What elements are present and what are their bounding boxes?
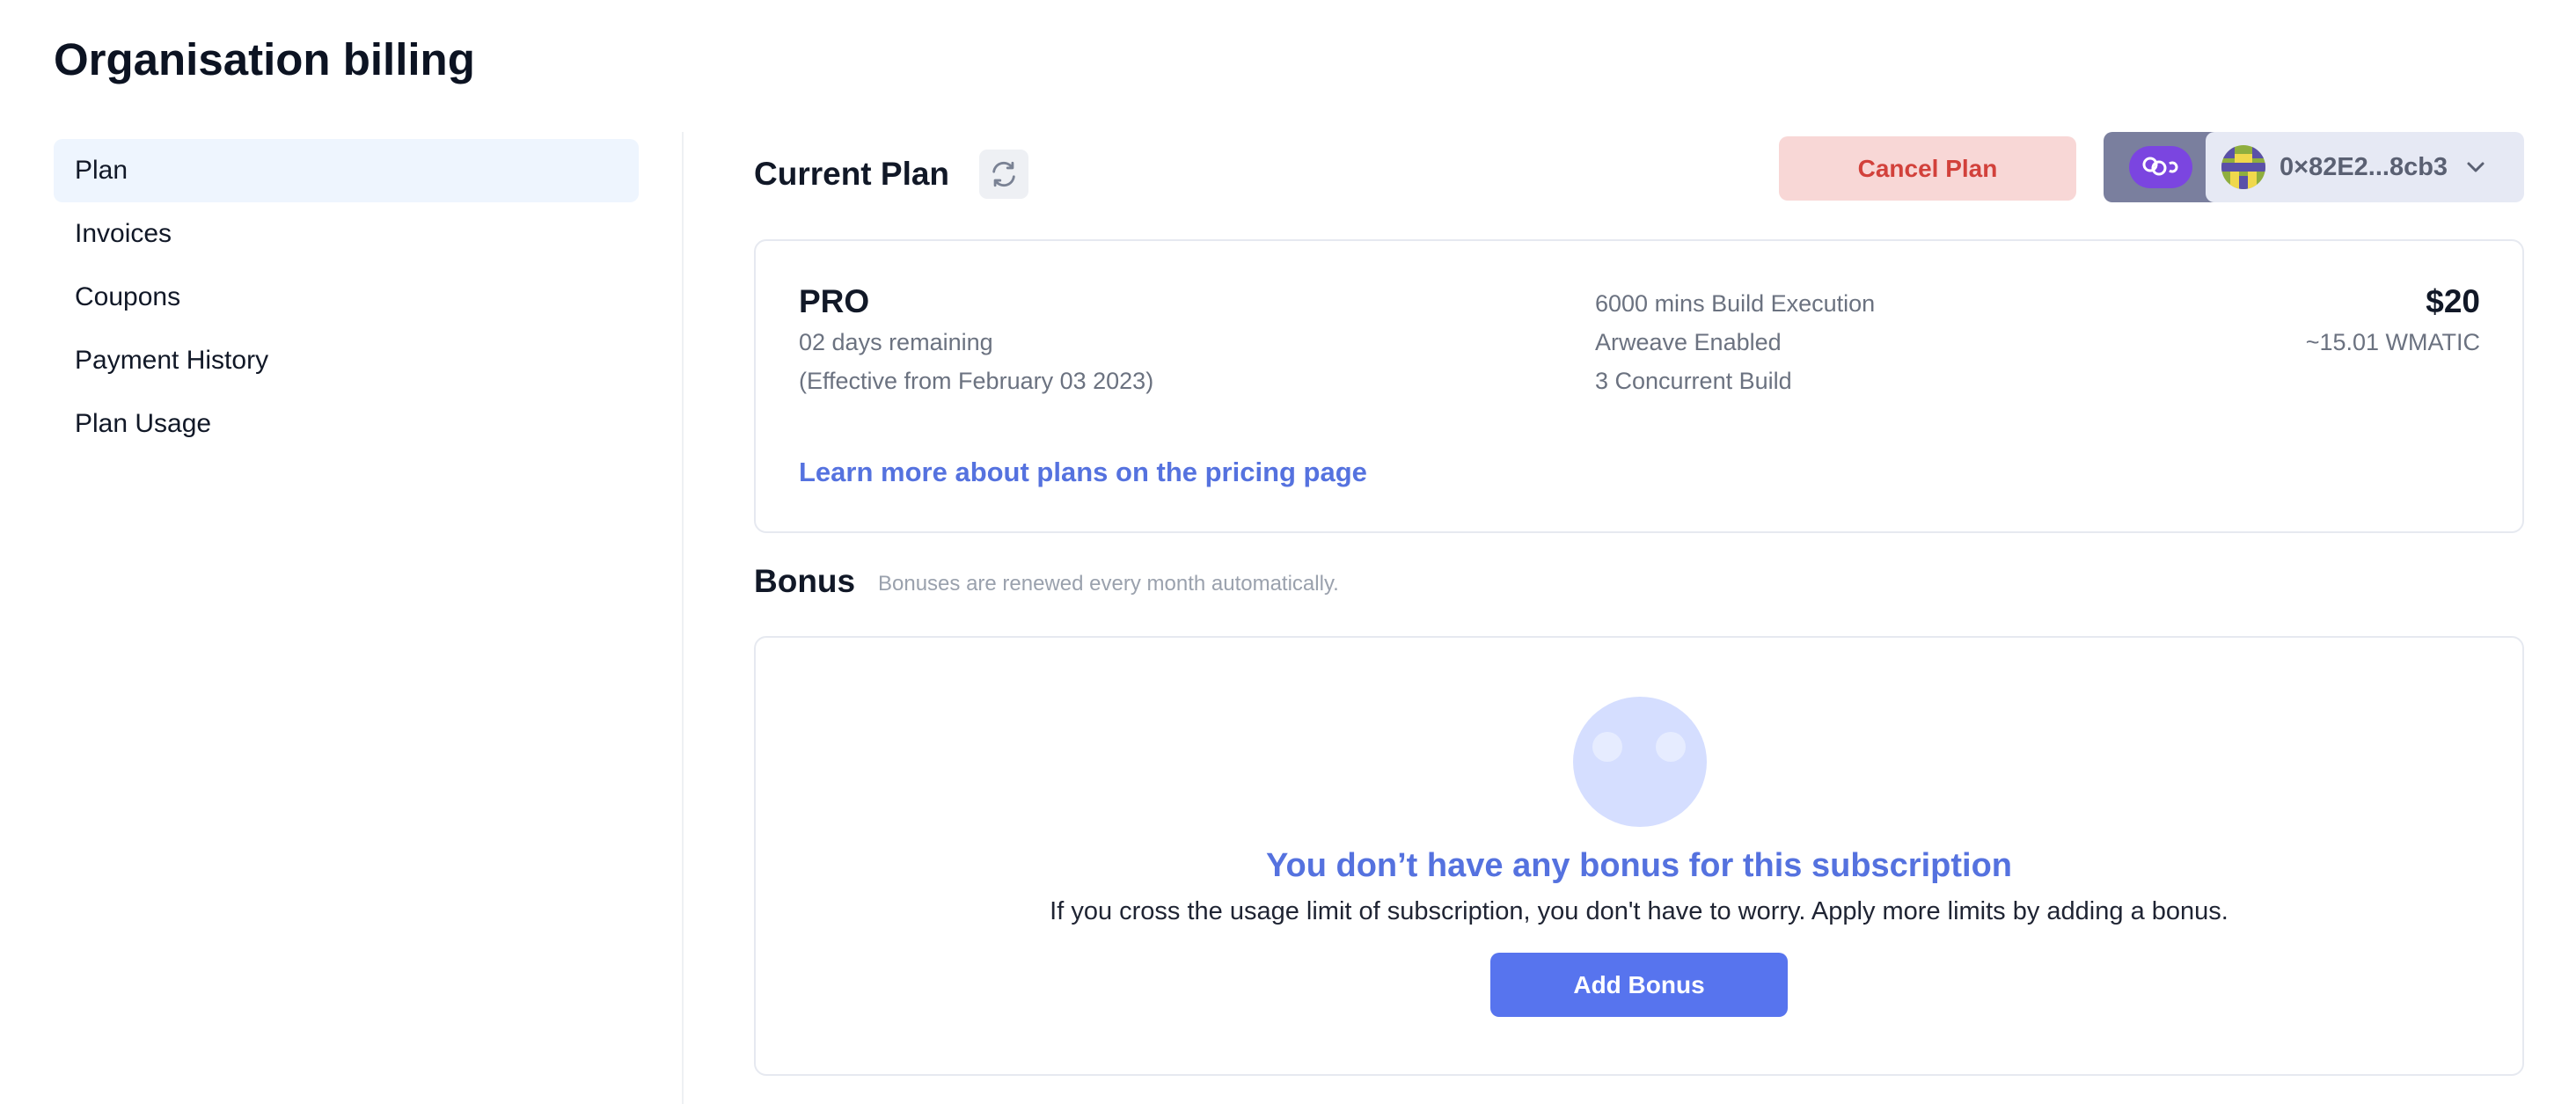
- illustration-eye: [1656, 732, 1686, 762]
- cancel-plan-button[interactable]: Cancel Plan: [1779, 136, 2076, 201]
- bonus-note: Bonuses are renewed every month automati…: [878, 572, 1339, 596]
- page-title: Organisation billing: [54, 34, 475, 84]
- sidebar-divider: [682, 132, 684, 1104]
- add-bonus-button[interactable]: Add Bonus: [1490, 953, 1788, 1017]
- wallet-avatar: [2221, 145, 2265, 189]
- pricing-page-link[interactable]: Learn more about plans on the pricing pa…: [799, 457, 1367, 488]
- feature-arweave: Arweave Enabled: [1595, 329, 1782, 355]
- illustration-eye: [1592, 732, 1622, 762]
- empty-state-title: You don’t have any bonus for this subscr…: [1265, 847, 2012, 884]
- billing-page: Organisation billing Plan Invoices Coupo…: [0, 0, 2576, 1104]
- wallet-selector[interactable]: 0×82E2...8cb3: [2104, 132, 2524, 202]
- plan-price: $20: [2426, 283, 2480, 319]
- sidebar-item-payment-history[interactable]: Payment History: [54, 329, 639, 392]
- days-remaining: 02 days remaining: [799, 329, 993, 355]
- sidebar-item-plan[interactable]: Plan: [54, 139, 639, 202]
- bonus-card: You don’t have any bonus for this subscr…: [754, 636, 2524, 1076]
- effective-date: (Effective from February 03 2023): [799, 368, 1154, 394]
- sidebar-item-plan-usage[interactable]: Plan Usage: [54, 392, 639, 456]
- plan-card: PRO 02 days remaining (Effective from Fe…: [754, 239, 2524, 533]
- plan-name: PRO: [799, 283, 870, 319]
- billing-sidebar: Plan Invoices Coupons Payment History Pl…: [54, 139, 639, 456]
- wallet-address: 0×82E2...8cb3: [2280, 152, 2448, 181]
- refresh-button[interactable]: [979, 150, 1028, 199]
- chevron-down-icon: [2467, 162, 2485, 172]
- feature-concurrent-build: 3 Concurrent Build: [1595, 368, 1792, 394]
- empty-state-illustration: [1573, 697, 1707, 827]
- empty-state-description: If you cross the usage limit of subscrip…: [1050, 897, 2228, 925]
- polygon-icon: [2142, 157, 2178, 176]
- refresh-icon: [992, 161, 1015, 187]
- bonus-title: Bonus: [754, 563, 856, 599]
- plan-price-token: ~15.01 WMATIC: [2305, 329, 2480, 355]
- feature-build-execution: 6000 mins Build Execution: [1595, 290, 1876, 317]
- current-plan-title: Current Plan: [754, 156, 950, 192]
- network-badge: [2104, 132, 2218, 202]
- sidebar-item-coupons[interactable]: Coupons: [54, 266, 639, 329]
- sidebar-item-invoices[interactable]: Invoices: [54, 202, 639, 266]
- wallet-address-box: 0×82E2...8cb3: [2206, 132, 2524, 202]
